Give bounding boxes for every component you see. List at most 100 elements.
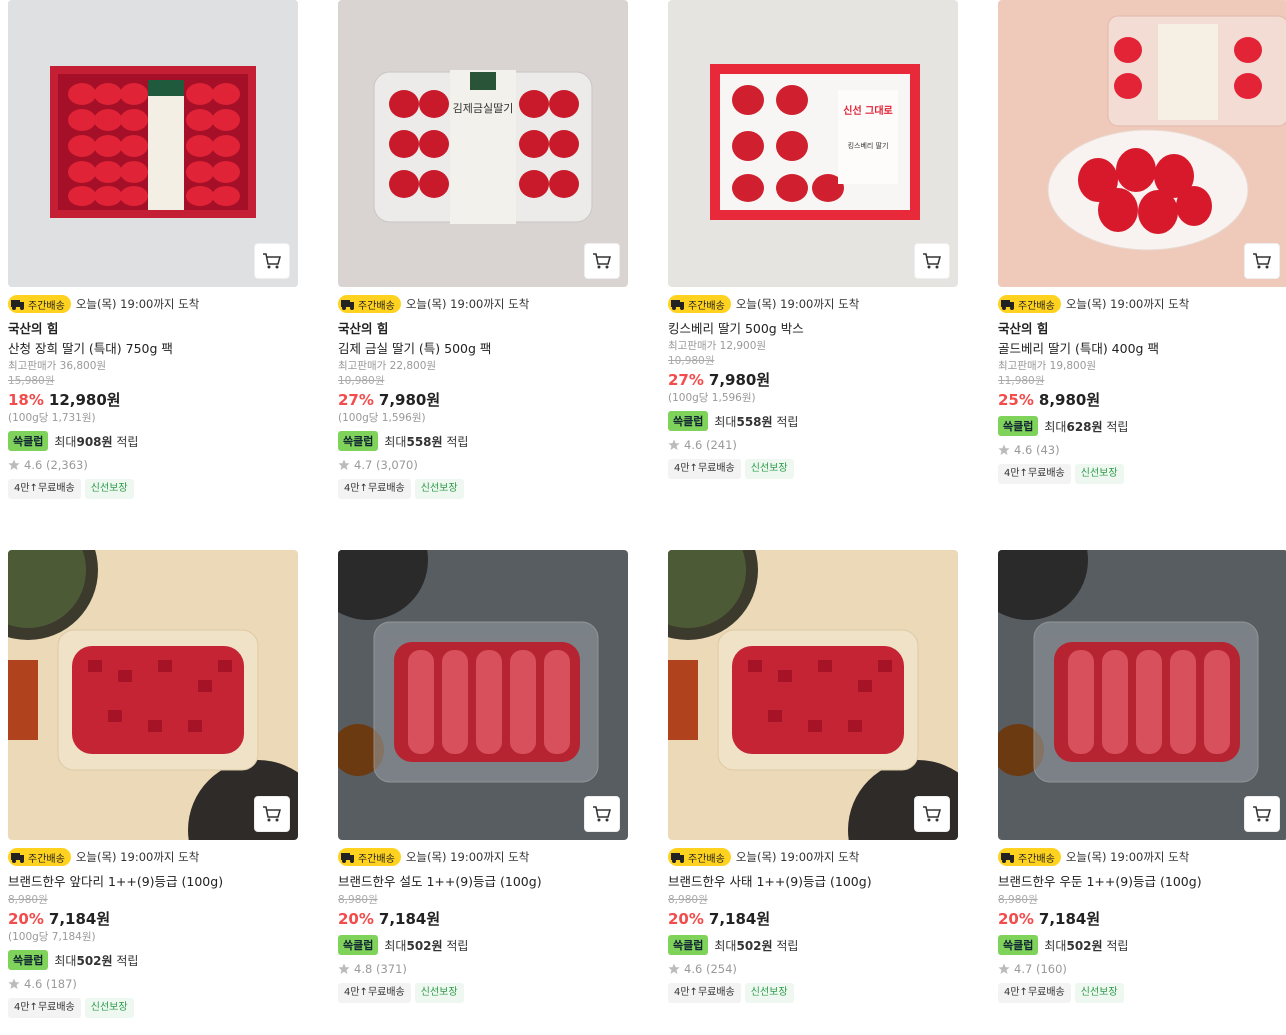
product-name[interactable]: 브랜드한우 우둔 1++(9)등급 (100g) — [998, 874, 1286, 890]
discount-rate: 20% — [8, 910, 44, 928]
rating-score: 4.6 — [684, 438, 703, 452]
unit-price: (100g당 1,596원) — [668, 392, 756, 404]
delivery-text: 오늘(목) 19:00까지 도착 — [1065, 850, 1190, 864]
package-sublabel: 킹스베리 딸기 — [848, 141, 889, 150]
product-card[interactable]: 주간배송 오늘(목) 19:00까지 도착 국산의 힘 골드베리 딸기 (특대)… — [998, 0, 1286, 484]
weekly-delivery-badge: 주간배송 — [998, 848, 1061, 866]
review-count: (254) — [705, 962, 737, 976]
rating-score: 4.8 — [354, 962, 373, 976]
free-shipping-tag: 4만↑무료배송 — [8, 998, 81, 1018]
price-line: 20% 7,184원 — [338, 909, 628, 929]
point-info: 쓱클럽 최대 558원 적립 — [668, 411, 958, 431]
ssg-club-badge: 쓱클럽 — [998, 935, 1039, 955]
cart-icon — [593, 253, 611, 269]
star-icon — [998, 963, 1010, 974]
product-image[interactable] — [998, 0, 1286, 287]
product-image[interactable]: 신선 그대로 킹스베리 딸기 — [668, 0, 958, 287]
delivery-info: 주간배송 오늘(목) 19:00까지 도착 — [338, 848, 628, 866]
weekly-delivery-badge: 주간배송 — [668, 295, 731, 313]
add-to-cart-button[interactable] — [254, 796, 290, 832]
tags: 4만↑무료배송 신선보장 — [668, 459, 958, 479]
cart-icon — [1253, 253, 1271, 269]
ssg-club-badge: 쓱클럽 — [8, 431, 49, 451]
product-name[interactable]: 브랜드한우 사태 1++(9)등급 (100g) — [668, 874, 958, 890]
sale-price: 7,980원 — [708, 371, 771, 389]
review-count: (187) — [45, 977, 77, 991]
delivery-text: 오늘(목) 19:00까지 도착 — [1065, 297, 1190, 311]
rating-score: 4.6 — [24, 977, 43, 991]
rating-score: 4.6 — [684, 962, 703, 976]
product-card[interactable]: 주간배송 오늘(목) 19:00까지 도착 브랜드한우 우둔 1++(9)등급 … — [998, 550, 1286, 1003]
unit-price: (100g당 1,596원) — [338, 412, 426, 424]
price-line: 18% 12,980원 — [8, 390, 298, 410]
brand-name[interactable]: 국산의 힘 — [8, 321, 298, 337]
add-to-cart-button[interactable] — [584, 796, 620, 832]
truck-icon — [341, 853, 354, 863]
product-name[interactable]: 김제 금실 딸기 (특) 500g 팩 — [338, 341, 628, 357]
unit-price: (100g당 7,184원) — [8, 931, 96, 943]
brand-name[interactable]: 국산의 힘 — [998, 321, 1286, 337]
tags: 4만↑무료배송 신선보장 — [668, 983, 958, 1003]
weekly-delivery-badge: 주간배송 — [338, 295, 401, 313]
product-card[interactable]: 주간배송 오늘(목) 19:00까지 도착 브랜드한우 앞다리 1++(9)등급… — [8, 550, 298, 1018]
add-to-cart-button[interactable] — [1244, 243, 1280, 279]
cart-icon — [1253, 806, 1271, 822]
free-shipping-tag: 4만↑무료배송 — [8, 479, 81, 499]
product-name[interactable]: 브랜드한우 앞다리 1++(9)등급 (100g) — [8, 874, 298, 890]
add-to-cart-button[interactable] — [584, 243, 620, 279]
ssg-club-badge: 쓱클럽 — [338, 935, 379, 955]
product-card[interactable]: 신선 그대로 킹스베리 딸기 주간배송 오늘(목) 19:00까지 도착 킹스베… — [668, 0, 958, 479]
free-shipping-tag: 4만↑무료배송 — [338, 983, 411, 1003]
star-icon — [668, 963, 680, 974]
product-card[interactable]: 주간배송 오늘(목) 19:00까지 도착 브랜드한우 사태 1++(9)등급 … — [668, 550, 958, 1003]
point-info: 쓱클럽 최대 502원 적립 — [998, 935, 1286, 955]
rating: 4.7 (3,070) — [338, 457, 628, 473]
delivery-info: 주간배송 오늘(목) 19:00까지 도착 — [8, 295, 298, 313]
product-image[interactable] — [668, 550, 958, 840]
star-icon — [338, 963, 350, 974]
product-image[interactable] — [998, 550, 1286, 840]
delivery-info: 주간배송 오늘(목) 19:00까지 도착 — [8, 848, 298, 866]
tags: 4만↑무료배송 신선보장 — [8, 998, 298, 1018]
product-name[interactable]: 브랜드한우 설도 1++(9)등급 (100g) — [338, 874, 628, 890]
add-to-cart-button[interactable] — [254, 243, 290, 279]
rating-score: 4.6 — [1014, 443, 1033, 457]
price-line: 20% 7,184원 — [8, 909, 298, 929]
add-to-cart-button[interactable] — [914, 796, 950, 832]
add-to-cart-button[interactable] — [1244, 796, 1280, 832]
delivery-text: 오늘(목) 19:00까지 도착 — [75, 850, 200, 864]
point-info: 쓱클럽 최대 502원 적립 — [668, 935, 958, 955]
rating: 4.6 (187) — [8, 976, 298, 992]
fresh-guarantee-tag: 신선보장 — [84, 998, 134, 1018]
product-image[interactable] — [8, 550, 298, 840]
product-name[interactable]: 골드베리 딸기 (특대) 400g 팩 — [998, 341, 1286, 357]
beef-slices-image — [998, 550, 1286, 840]
add-to-cart-button[interactable] — [914, 243, 950, 279]
original-price: 10,980원 — [338, 375, 385, 387]
rating-score: 4.7 — [1014, 962, 1033, 976]
brand-name[interactable]: 국산의 힘 — [338, 321, 628, 337]
product-card[interactable]: 주간배송 오늘(목) 19:00까지 도착 국산의 힘 산청 장희 딸기 (특대… — [8, 0, 298, 499]
product-name[interactable]: 킹스베리 딸기 500g 박스 — [668, 321, 958, 337]
ssg-club-badge: 쓱클럽 — [338, 431, 379, 451]
rating: 4.6 (2,363) — [8, 457, 298, 473]
delivery-info: 주간배송 오늘(목) 19:00까지 도착 — [668, 295, 958, 313]
discount-rate: 20% — [668, 910, 704, 928]
product-image[interactable] — [338, 550, 628, 840]
free-shipping-tag: 4만↑무료배송 — [338, 479, 411, 499]
max-price: 최고판매가 22,800원 — [338, 360, 437, 372]
cart-icon — [263, 806, 281, 822]
delivery-text: 오늘(목) 19:00까지 도착 — [405, 297, 530, 311]
product-image[interactable]: 김제금실딸기 — [338, 0, 628, 287]
product-card[interactable]: 김제금실딸기 주간배송 오늘(목) 19:00까지 도착 국산의 힘 김제 금실… — [338, 0, 628, 499]
fresh-guarantee-tag: 신선보장 — [1074, 464, 1124, 484]
tags: 4만↑무료배송 신선보장 — [338, 479, 628, 499]
sale-price: 7,184원 — [708, 910, 771, 928]
fresh-guarantee-tag: 신선보장 — [744, 983, 794, 1003]
product-image[interactable] — [8, 0, 298, 287]
unit-price: (100g당 1,731원) — [8, 412, 96, 424]
max-price: 최고판매가 12,900원 — [668, 340, 767, 352]
product-card[interactable]: 주간배송 오늘(목) 19:00까지 도착 브랜드한우 설도 1++(9)등급 … — [338, 550, 628, 1003]
fresh-guarantee-tag: 신선보장 — [84, 479, 134, 499]
product-name[interactable]: 산청 장희 딸기 (특대) 750g 팩 — [8, 341, 298, 357]
